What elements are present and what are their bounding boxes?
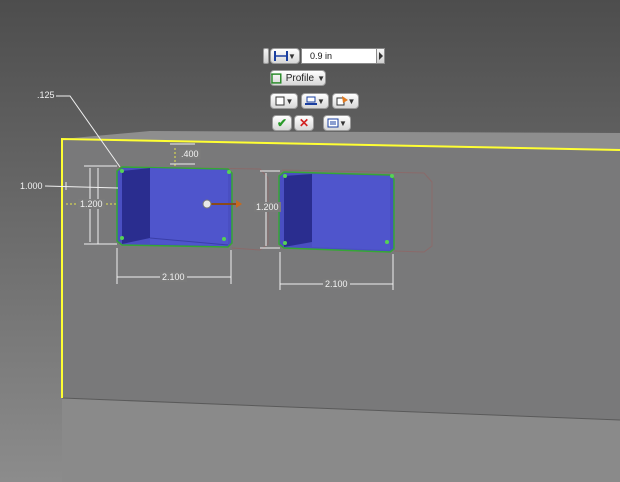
sketch-point: [120, 236, 124, 240]
output-type-dropdown[interactable]: ▼: [270, 93, 298, 109]
sketch-point: [227, 170, 231, 174]
advanced-options-dropdown[interactable]: ▼: [323, 115, 351, 131]
pocket1-height-dimension[interactable]: 1.200: [78, 199, 105, 209]
distance-expand-button[interactable]: [376, 48, 385, 64]
toolbar-grip-handle[interactable]: [263, 48, 269, 64]
left-offset-dimension[interactable]: 1.000: [18, 181, 45, 191]
operation-dropdown[interactable]: ▼: [332, 93, 359, 109]
sketch-point: [120, 169, 124, 173]
output-solid-icon: [275, 96, 285, 106]
direction-icon: [305, 96, 318, 105]
chevron-down-icon: ▼: [285, 96, 294, 106]
sketch-point: [222, 237, 226, 241]
chevron-down-icon: ▼: [317, 73, 325, 83]
sketch-point: [283, 241, 287, 245]
pocket1-width-dimension[interactable]: 2.100: [160, 272, 187, 282]
pocket2-width-dimension[interactable]: 2.100: [323, 279, 350, 289]
operation-icon: [336, 96, 348, 106]
direction-dropdown[interactable]: ▼: [301, 93, 329, 109]
profile-select-icon: [271, 72, 282, 84]
chevron-down-icon: ▼: [339, 118, 347, 128]
cancel-button[interactable]: ✕: [294, 115, 314, 131]
cancel-x-icon: ✕: [298, 116, 310, 130]
top-offset-dimension[interactable]: .400: [179, 149, 201, 159]
sketch-point: [283, 174, 287, 178]
sketch-point: [390, 174, 394, 178]
advanced-options-icon: [327, 118, 339, 128]
fillet-radius-dimension[interactable]: .125: [35, 90, 57, 100]
confirm-check-icon: ✔: [276, 116, 288, 130]
profile-select-button[interactable]: Profile ▼: [270, 70, 326, 86]
profile-label: Profile: [285, 72, 315, 84]
distance-input[interactable]: 0.9 in: [301, 48, 377, 64]
chevron-down-icon: ▼: [347, 96, 356, 106]
extent-distance-icon: [274, 51, 289, 61]
sketch-point: [385, 240, 389, 244]
chevron-down-icon: ▼: [288, 51, 296, 61]
chevron-down-icon: ▼: [317, 96, 325, 106]
ok-button[interactable]: ✔: [272, 115, 292, 131]
manipulator-origin[interactable]: [202, 199, 212, 209]
pocket2-height-dimension[interactable]: 1.200: [254, 202, 281, 212]
extent-type-dropdown[interactable]: ▼: [270, 48, 300, 64]
